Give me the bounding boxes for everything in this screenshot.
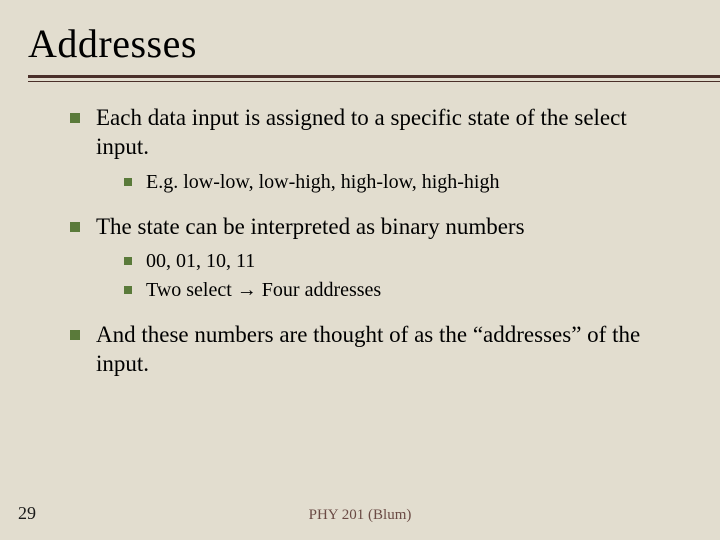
list-item-text: Each data input is assigned to a specifi… bbox=[96, 104, 680, 162]
sub-list-item-text: E.g. low-low, low-high, high-low, high-h… bbox=[146, 170, 680, 195]
square-bullet-icon bbox=[124, 178, 132, 186]
underline-thick bbox=[28, 75, 720, 78]
list-item-text: And these numbers are thought of as the … bbox=[96, 321, 680, 379]
title-underline bbox=[0, 75, 720, 82]
sub-list: E.g. low-low, low-high, high-low, high-h… bbox=[124, 170, 680, 195]
slide-title: Addresses bbox=[0, 0, 720, 75]
square-bullet-icon bbox=[124, 286, 132, 294]
sub-list-item-text: 00, 01, 10, 11 bbox=[146, 249, 680, 274]
sub-list-item-text: Two select → Four addresses bbox=[146, 278, 680, 303]
sub-list-item: E.g. low-low, low-high, high-low, high-h… bbox=[124, 170, 680, 195]
square-bullet-icon bbox=[70, 330, 80, 340]
footer-text: PHY 201 (Blum) bbox=[0, 507, 720, 524]
list-item: The state can be interpreted as binary n… bbox=[70, 213, 680, 304]
list-item: Each data input is assigned to a specifi… bbox=[70, 104, 680, 195]
list-item: And these numbers are thought of as the … bbox=[70, 321, 680, 379]
slide-body: Each data input is assigned to a specifi… bbox=[0, 82, 720, 379]
sub-list: 00, 01, 10, 11 Two select → Four address… bbox=[124, 249, 680, 303]
slide: Addresses Each data input is assigned to… bbox=[0, 0, 720, 540]
sub-list-item: 00, 01, 10, 11 bbox=[124, 249, 680, 274]
square-bullet-icon bbox=[70, 113, 80, 123]
square-bullet-icon bbox=[124, 257, 132, 265]
square-bullet-icon bbox=[70, 222, 80, 232]
list-item-text: The state can be interpreted as binary n… bbox=[96, 213, 680, 242]
sub-list-item: Two select → Four addresses bbox=[124, 278, 680, 303]
